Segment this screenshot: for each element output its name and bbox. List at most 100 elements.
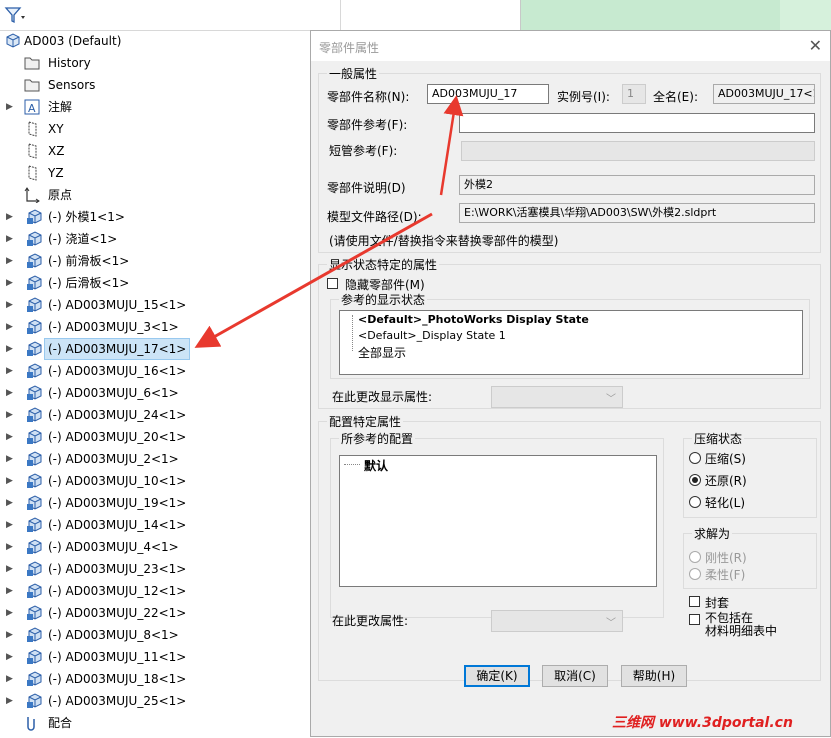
expand-arrow-icon[interactable]: ▶ <box>6 536 14 558</box>
fullname-input: AD003MUJU_17<1 <box>713 84 815 104</box>
group-title: 所参考的配置 <box>339 430 416 447</box>
envelope-checkbox[interactable] <box>689 596 700 607</box>
flexible-label: 柔性(F) <box>705 568 746 582</box>
expand-arrow-icon[interactable]: ▶ <box>6 668 14 690</box>
display-state-item[interactable]: 全部显示 <box>358 344 406 361</box>
help-button[interactable]: 帮助(H) <box>621 665 687 687</box>
part-icon <box>26 231 43 247</box>
suppression-radio[interactable] <box>689 496 701 508</box>
exclude-bom-checkbox[interactable] <box>689 614 700 625</box>
expand-arrow-icon[interactable]: ▶ <box>6 690 14 712</box>
expand-arrow-icon[interactable]: ▶ <box>6 646 14 668</box>
expand-arrow-icon[interactable]: ▶ <box>6 602 14 624</box>
plane-icon <box>24 121 41 137</box>
tree-item-label: AD003 (Default) <box>24 34 122 48</box>
config-item[interactable]: 默认 <box>364 457 388 474</box>
part-icon <box>26 297 43 313</box>
instance-label: 实例号(I): <box>557 90 610 104</box>
component-name-label: 零部件名称(N): <box>327 90 410 104</box>
part-icon <box>26 605 43 621</box>
expand-arrow-icon[interactable]: ▶ <box>6 228 14 250</box>
watermark: 三维网 www.3dportal.cn <box>612 715 793 731</box>
tree-item-label: (-) AD003MUJU_19<1> <box>48 496 187 510</box>
expand-arrow-icon[interactable]: ▶ <box>6 382 14 404</box>
group-title: 一般属性 <box>327 65 380 82</box>
tree-item-label: (-) AD003MUJU_25<1> <box>48 694 187 708</box>
part-icon <box>26 363 43 379</box>
hide-component-checkbox[interactable] <box>327 278 338 289</box>
component-properties-dialog: 零部件属性 ✕ 一般属性 零部件名称(N): AD003MUJU_17 实例号(… <box>310 30 831 737</box>
group-title: 显示状态特定的属性 <box>327 256 440 273</box>
dialog-title: 零部件属性 <box>319 41 380 55</box>
component-name-input[interactable]: AD003MUJU_17 <box>427 84 549 104</box>
tree-item-label: (-) AD003MUJU_22<1> <box>48 606 187 620</box>
tree-item-label: (-) 前滑板<1> <box>48 254 130 268</box>
part-icon <box>26 253 43 269</box>
expand-arrow-icon[interactable]: ▶ <box>6 316 14 338</box>
expand-arrow-icon[interactable]: ▶ <box>6 448 14 470</box>
expand-arrow-icon[interactable]: ▶ <box>6 360 14 382</box>
sensors-folder-icon <box>24 77 41 93</box>
expand-arrow-icon[interactable]: ▶ <box>6 514 14 536</box>
plane-icon <box>24 143 41 159</box>
tree-item-label: (-) AD003MUJU_23<1> <box>48 562 187 576</box>
component-ref-input[interactable] <box>459 113 815 133</box>
flexible-radio <box>689 568 701 580</box>
expand-arrow-icon[interactable]: ▶ <box>6 250 14 272</box>
assembly-icon <box>4 33 21 49</box>
expand-arrow-icon[interactable]: ▶ <box>6 96 14 118</box>
expand-arrow-icon[interactable]: ▶ <box>6 580 14 602</box>
tree-item-label: (-) AD003MUJU_10<1> <box>48 474 187 488</box>
envelope-label: 封套 <box>705 596 730 610</box>
expand-arrow-icon[interactable]: ▶ <box>6 470 14 492</box>
display-states-list[interactable]: <Default>_PhotoWorks Display State <Defa… <box>339 310 803 375</box>
plane-icon <box>24 165 41 181</box>
replace-note: (请使用文件/替换指令来替换零部件的模型) <box>329 234 559 248</box>
expand-arrow-icon[interactable]: ▶ <box>6 338 14 360</box>
tree-item-label: (-) AD003MUJU_4<1> <box>48 540 179 554</box>
tree-item-label: History <box>48 56 91 70</box>
tree-toolbar <box>0 0 520 31</box>
suppression-radio[interactable] <box>689 452 701 464</box>
display-state-item[interactable]: <Default>_Display State 1 <box>358 329 506 342</box>
pipe-ref-label: 短管参考(F): <box>329 144 398 158</box>
expand-arrow-icon[interactable]: ▶ <box>6 294 14 316</box>
part-icon <box>26 627 43 643</box>
tree-item-label: (-) 浇道<1> <box>48 232 118 246</box>
component-ref-label: 零部件参考(F): <box>327 118 408 132</box>
expand-arrow-icon[interactable]: ▶ <box>6 558 14 580</box>
part-icon <box>26 473 43 489</box>
mates-icon <box>24 715 41 731</box>
expand-arrow-icon[interactable]: ▶ <box>6 492 14 514</box>
toolbar-separator <box>340 0 341 30</box>
filter-icon[interactable] <box>4 6 26 24</box>
part-icon <box>26 451 43 467</box>
expand-arrow-icon[interactable]: ▶ <box>6 426 14 448</box>
tree-item-label: 原点 <box>48 188 73 202</box>
exclude-bom-label: 不包括在 材料明细表中 <box>705 611 778 638</box>
change-display-label: 在此更改显示属性: <box>332 390 433 404</box>
annotations-icon: A <box>24 99 41 115</box>
expand-arrow-icon[interactable]: ▶ <box>6 206 14 228</box>
instance-input: 1 <box>622 84 646 104</box>
model-path-input: E:\WORK\活塞模具\华翔\AD003\SW\外模2.sldprt <box>459 203 815 223</box>
expand-arrow-icon[interactable]: ▶ <box>6 624 14 646</box>
change-config-combo: ﹀ <box>491 610 623 632</box>
expand-arrow-icon[interactable]: ▶ <box>6 272 14 294</box>
ok-button[interactable]: 确定(K) <box>464 665 530 687</box>
suppression-radio[interactable] <box>689 474 701 486</box>
suppression-label: 轻化(L) <box>705 496 746 510</box>
part-icon <box>26 407 43 423</box>
part-icon <box>26 209 43 225</box>
part-icon <box>26 385 43 401</box>
expand-arrow-icon[interactable]: ▶ <box>6 404 14 426</box>
part-icon <box>26 649 43 665</box>
configs-list[interactable]: 默认 <box>339 455 657 587</box>
cancel-button[interactable]: 取消(C) <box>542 665 608 687</box>
group-title: 压缩状态 <box>692 430 745 447</box>
description-input: 外模2 <box>459 175 815 195</box>
close-icon[interactable]: ✕ <box>809 36 822 55</box>
display-state-item[interactable]: <Default>_PhotoWorks Display State <box>358 313 589 326</box>
model-path-label: 模型文件路径(D): <box>327 210 422 224</box>
tree-item-label: (-) AD003MUJU_12<1> <box>48 584 187 598</box>
